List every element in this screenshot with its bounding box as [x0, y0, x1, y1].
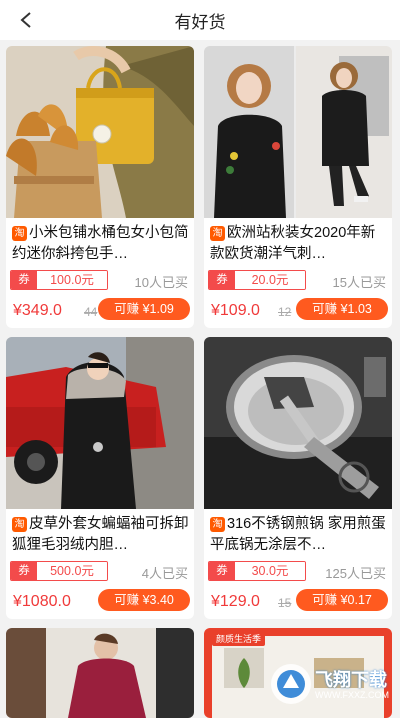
page-title: 有好货	[174, 12, 226, 32]
price: ¥129.0	[211, 593, 260, 610]
coupon-badge: 券 100.0元	[10, 270, 108, 290]
original-price: 44	[84, 305, 98, 319]
product-image	[204, 46, 392, 218]
promo-banner: 颜质生活季	[212, 632, 266, 646]
product-title: 淘欧洲站秋装女2020年新款欧货潮洋气刺…	[210, 223, 388, 265]
earn-button[interactable]: 可赚 ¥3.40	[98, 589, 190, 611]
bought-count: 4人已买	[141, 566, 188, 581]
coupon-badge: 券 20.0元	[208, 270, 306, 290]
bought-count: 10人已买	[134, 275, 188, 290]
product-card[interactable]: 淘欧洲站秋装女2020年新款欧货潮洋气刺… 券 20.0元 15人已买 ¥109…	[204, 46, 392, 328]
product-title-text: 皮草外套女蝙蝠袖可拆卸狐狸毛羽绒内胆…	[12, 516, 189, 553]
watermark-url: WWW.FXXZ.COM	[315, 690, 389, 700]
price: ¥1080.0	[13, 593, 71, 610]
coupon-value: 100.0元	[37, 271, 107, 289]
earn-button[interactable]: 可赚 ¥1.09	[98, 298, 190, 320]
product-image	[6, 628, 194, 718]
taobao-badge-icon: 淘	[12, 226, 27, 241]
product-title: 淘皮草外套女蝙蝠袖可拆卸狐狸毛羽绒内胆…	[12, 514, 190, 556]
product-title: 淘 316不锈钢煎锅 家用煎蛋平底锅无涂层不…	[210, 514, 388, 556]
product-card[interactable]: 淘小米包铺水桶包女小包简约迷你斜挎包手… 券 100.0元 10人已买 ¥349…	[6, 46, 194, 328]
coupon-badge: 券 500.0元	[10, 561, 108, 581]
original-price: 12	[278, 305, 292, 319]
product-card[interactable]: 淘皮草外套女蝙蝠袖可拆卸狐狸毛羽绒内胆… 券 500.0元 4人已买 ¥1080…	[6, 337, 194, 619]
taobao-badge-icon: 淘	[210, 226, 225, 241]
price: ¥349.0	[13, 302, 62, 319]
coupon-value: 30.0元	[235, 562, 305, 580]
product-image	[6, 46, 194, 218]
back-button[interactable]	[14, 8, 38, 32]
earn-button[interactable]: 可赚 ¥0.17	[296, 589, 388, 611]
watermark: 飞翔下载 WWW.FXXZ.COM	[265, 658, 400, 711]
coupon-tag: 券	[209, 271, 235, 289]
product-title-text: 小米包铺水桶包女小包简约迷你斜挎包手…	[12, 225, 189, 262]
taobao-badge-icon: 淘	[210, 517, 225, 532]
bought-count: 15人已买	[332, 275, 386, 290]
earn-button[interactable]: 可赚 ¥1.03	[296, 298, 388, 320]
coupon-value: 500.0元	[37, 562, 107, 580]
product-image	[6, 337, 194, 509]
product-grid: 淘小米包铺水桶包女小包简约迷你斜挎包手… 券 100.0元 10人已买 ¥349…	[0, 40, 400, 718]
chevron-left-icon	[20, 12, 31, 28]
product-title: 淘小米包铺水桶包女小包简约迷你斜挎包手…	[12, 223, 190, 265]
product-title-text: 欧洲站秋装女2020年新款欧货潮洋气刺…	[210, 225, 376, 262]
product-image	[204, 337, 392, 509]
coupon-badge: 券 30.0元	[208, 561, 306, 581]
coupon-tag: 券	[11, 562, 37, 580]
product-title-text: 316不锈钢煎锅 家用煎蛋平底锅无涂层不…	[210, 516, 386, 553]
bought-count: 125人已买	[325, 566, 386, 581]
product-card[interactable]	[6, 628, 194, 718]
coupon-value: 20.0元	[235, 271, 305, 289]
original-price: 15	[278, 596, 292, 610]
product-card[interactable]: 淘 316不锈钢煎锅 家用煎蛋平底锅无涂层不… 券 30.0元 125人已买 ¥1…	[204, 337, 392, 619]
price: ¥109.0	[211, 302, 260, 319]
coupon-tag: 券	[209, 562, 235, 580]
coupon-tag: 券	[11, 271, 37, 289]
watermark-text: 飞翔下载	[315, 670, 387, 690]
taobao-badge-icon: 淘	[12, 517, 27, 532]
header-bar: 有好货	[0, 0, 400, 40]
